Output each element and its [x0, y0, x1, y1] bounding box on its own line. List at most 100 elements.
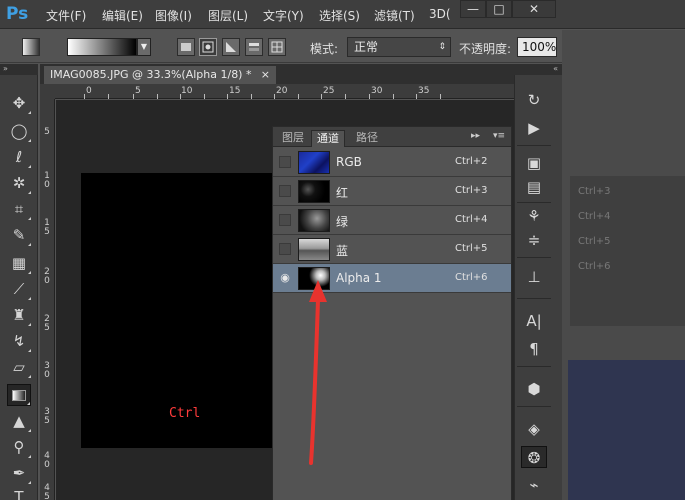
- visibility-toggle[interactable]: [279, 185, 291, 197]
- restore-button[interactable]: □: [486, 0, 512, 18]
- history-brush-icon: ↯: [12, 332, 26, 350]
- close-tab-icon[interactable]: ×: [261, 66, 270, 83]
- eraser-tool[interactable]: ▱: [7, 356, 31, 378]
- character-panel-button[interactable]: A|: [521, 310, 547, 332]
- crop-icon: ⌗: [14, 200, 24, 218]
- eyedropper-tool[interactable]: ✎: [7, 224, 31, 246]
- mode-select[interactable]: 正常 ⇕: [347, 37, 451, 57]
- menu-select[interactable]: 选择(S): [319, 7, 360, 24]
- minimize-button[interactable]: —: [460, 0, 486, 18]
- channels-icon: ❂: [527, 449, 541, 467]
- ruler-h-label: 10: [181, 86, 193, 96]
- lasso-tool[interactable]: ℓ: [7, 146, 31, 168]
- menu-type[interactable]: 文字(Y): [263, 7, 304, 24]
- layers-panel-button[interactable]: ◈: [521, 418, 547, 440]
- adjustments-icon: ≑: [527, 231, 541, 249]
- ruler-h-label: 30: [371, 86, 383, 96]
- swatches-panel-button[interactable]: ▣: [521, 152, 547, 174]
- panel-menu-icon[interactable]: ▾≡: [493, 131, 505, 141]
- magic-wand-tool[interactable]: ✲: [7, 172, 31, 194]
- ruler-v-label: 4 5: [44, 483, 50, 500]
- visibility-toggle[interactable]: [279, 214, 291, 226]
- mode-label: 模式:: [310, 42, 339, 56]
- adjustments-panel-button[interactable]: ≑: [521, 229, 547, 251]
- opacity-input[interactable]: 100%: [517, 37, 557, 57]
- menu-filter[interactable]: 滤镜(T): [374, 7, 415, 24]
- gradient-dropdown-button[interactable]: ▼: [137, 38, 151, 56]
- menu-edit[interactable]: 编辑(E): [102, 7, 143, 24]
- toolbox-collapse-icon[interactable]: »: [0, 64, 38, 75]
- tab-channels[interactable]: 通道: [311, 130, 345, 147]
- channel-row-red[interactable]: 红 Ctrl+3: [273, 177, 511, 206]
- panel-collapse-icon[interactable]: ▸▸: [471, 131, 480, 141]
- visibility-toggle[interactable]: [279, 156, 291, 168]
- menu-layer[interactable]: 图层(L): [208, 7, 248, 24]
- actions-panel-button[interactable]: ▶: [521, 117, 547, 139]
- reflected-gradient-button[interactable]: [245, 38, 263, 56]
- ruler-v-label: 2 0: [44, 267, 50, 286]
- paths-panel-button[interactable]: ⌁: [521, 474, 547, 496]
- clone-source-button[interactable]: ⊥: [521, 266, 547, 288]
- menu-3d[interactable]: 3D(: [429, 7, 451, 21]
- bg-shortcut-4: Ctrl+6: [578, 261, 611, 272]
- close-button[interactable]: ✕: [512, 0, 556, 18]
- visibility-toggle[interactable]: [279, 243, 291, 255]
- background-panel: Ctrl+3 Ctrl+4 Ctrl+5 Ctrl+6: [570, 176, 685, 326]
- history-brush-tool[interactable]: ↯: [7, 330, 31, 352]
- brush-tool[interactable]: ⟋: [7, 278, 31, 300]
- swatches-icon: ▣: [526, 154, 542, 172]
- dodge-tool[interactable]: ⚲: [7, 436, 31, 458]
- diamond-gradient-button[interactable]: [268, 38, 286, 56]
- channel-thumbnail: [298, 267, 330, 290]
- pen-tool[interactable]: ✒: [7, 462, 31, 484]
- gradient-preview[interactable]: [67, 38, 137, 56]
- channel-name: RGB: [336, 155, 362, 169]
- channels-panel: 图层 通道 路径 ▸▸ ▾≡ RGB Ctrl+2 红 Ctrl+3 绿 Ctr…: [272, 126, 512, 500]
- ruler-origin[interactable]: [40, 84, 55, 99]
- panel-empty-area: [273, 293, 511, 500]
- menu-image[interactable]: 图像(I): [155, 7, 192, 24]
- menu-bar: Ps 文件(F) 编辑(E) 图像(I) 图层(L) 文字(Y) 选择(S) 滤…: [0, 0, 685, 29]
- diamond-gradient-icon: [271, 41, 283, 53]
- styles-icon: ▤: [526, 178, 542, 196]
- channel-row-rgb[interactable]: RGB Ctrl+2: [273, 148, 511, 177]
- gradient-tool[interactable]: [7, 384, 31, 406]
- gradient-tool-preset-icon[interactable]: [22, 38, 40, 56]
- eraser-icon: ▱: [13, 358, 25, 376]
- blur-tool[interactable]: ▲: [7, 410, 31, 432]
- channel-row-blue[interactable]: 蓝 Ctrl+5: [273, 235, 511, 264]
- dock-collapse-icon[interactable]: «: [514, 64, 562, 75]
- radial-gradient-button[interactable]: [199, 38, 217, 56]
- channel-row-alpha-1[interactable]: ◉ Alpha 1 Ctrl+6: [273, 264, 511, 293]
- 3d-panel-button[interactable]: ⬢: [521, 378, 547, 400]
- move-tool[interactable]: ✥: [7, 92, 31, 114]
- toolbox: » ✥ ◯ ℓ ✲ ⌗ ✎ ▦ ⟋ ♜ ↯ ▱ ▲ ⚲ ✒ T: [0, 64, 38, 500]
- channels-panel-button[interactable]: ❂: [521, 446, 547, 468]
- menu-file[interactable]: 文件(F): [46, 7, 86, 24]
- layers-icon: ◈: [528, 420, 540, 438]
- channel-row-green[interactable]: 绿 Ctrl+4: [273, 206, 511, 235]
- channel-name: 红: [336, 186, 349, 200]
- ruler-h-label: 35: [418, 86, 430, 96]
- photoshop-logo: Ps: [6, 4, 29, 24]
- angle-gradient-button[interactable]: [222, 38, 240, 56]
- brush-presets-button[interactable]: ⚘: [521, 205, 547, 227]
- crop-tool[interactable]: ⌗: [7, 198, 31, 220]
- paragraph-panel-button[interactable]: ¶: [521, 338, 547, 360]
- pen-icon: ✒: [12, 464, 26, 482]
- styles-panel-button[interactable]: ▤: [521, 176, 547, 198]
- history-panel-button[interactable]: ↻: [521, 89, 547, 111]
- channel-name: Alpha 1: [336, 271, 382, 285]
- panel-tab-bar: 图层 通道 路径 ▸▸ ▾≡: [273, 127, 511, 147]
- marquee-tool[interactable]: ◯: [7, 120, 31, 142]
- clone-stamp-tool[interactable]: ♜: [7, 304, 31, 326]
- tab-paths[interactable]: 路径: [351, 130, 383, 147]
- tab-layers[interactable]: 图层: [277, 130, 309, 147]
- linear-gradient-button[interactable]: [177, 38, 195, 56]
- healing-brush-tool[interactable]: ▦: [7, 252, 31, 274]
- vertical-ruler[interactable]: [40, 99, 55, 500]
- ruler-h-label: 15: [229, 86, 241, 96]
- type-tool[interactable]: T: [7, 486, 31, 500]
- eye-icon[interactable]: ◉: [279, 272, 291, 284]
- document-tab[interactable]: IMAG0085.JPG @ 33.3%(Alpha 1/8) * ×: [44, 66, 276, 84]
